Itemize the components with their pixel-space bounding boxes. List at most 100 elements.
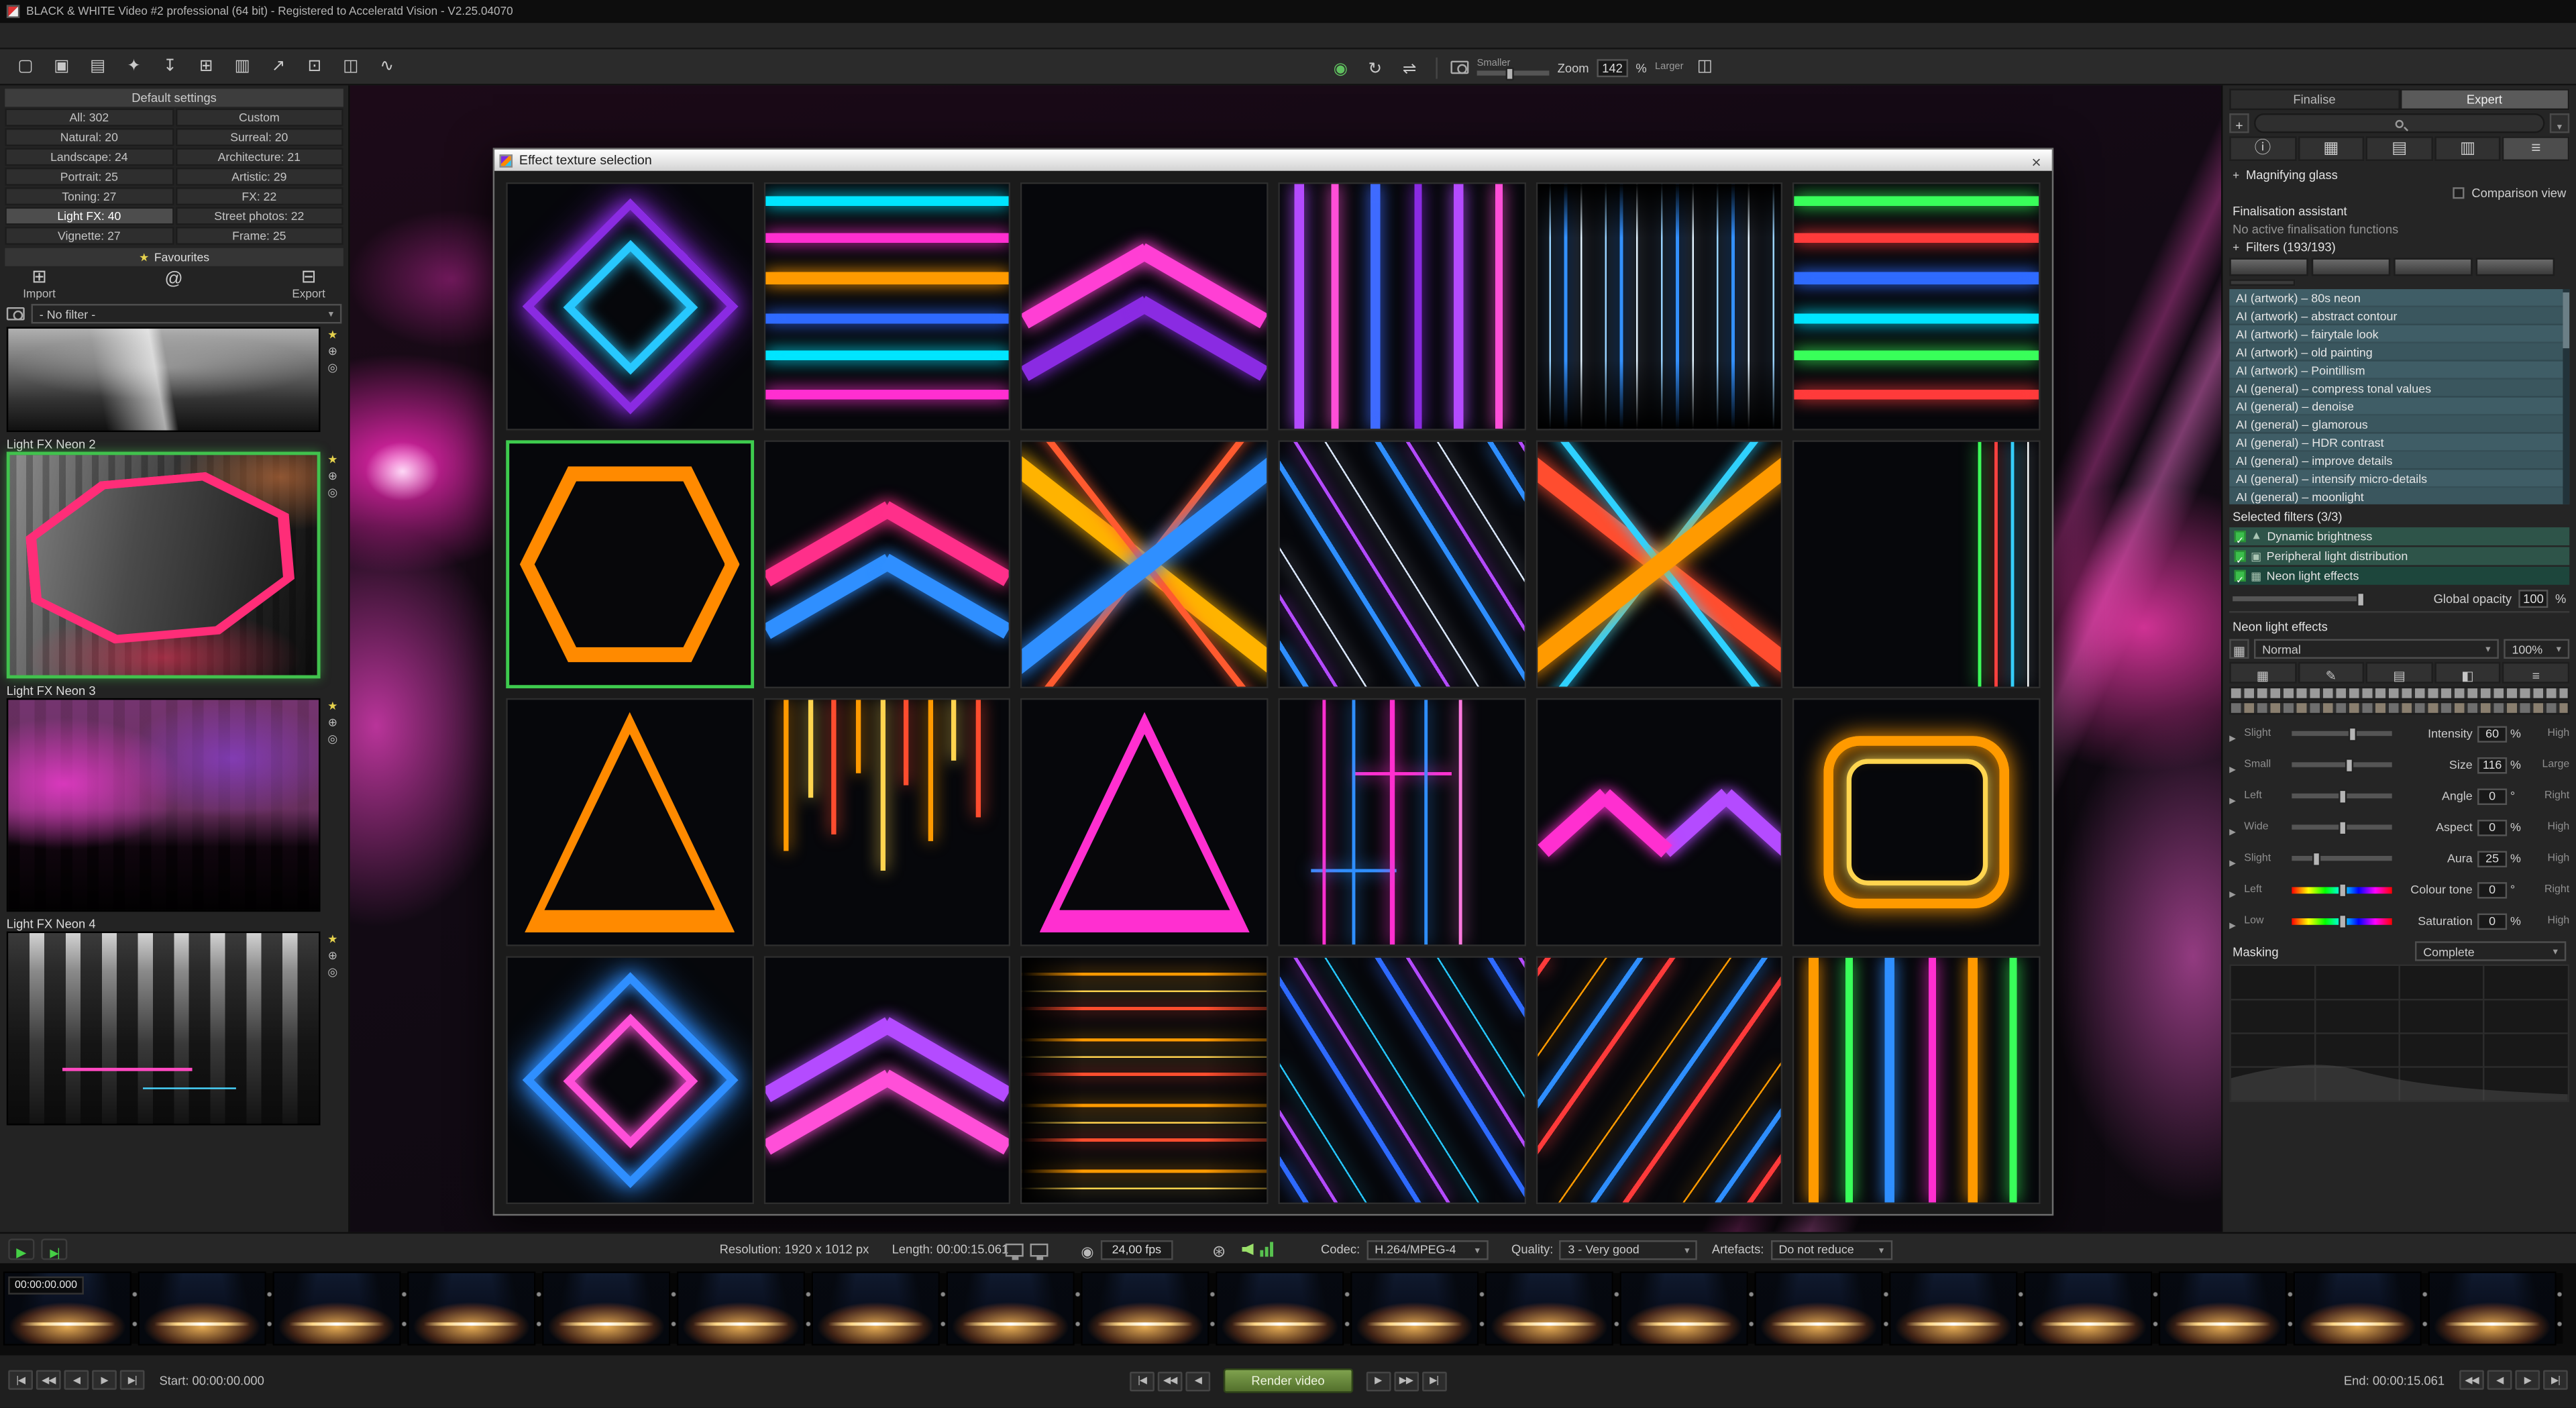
eye-icon[interactable]	[1081, 1236, 1093, 1262]
slider-track[interactable]	[2292, 824, 2392, 829]
menu-item[interactable]	[13, 23, 50, 48]
render-video-button[interactable]: Render video	[1224, 1368, 1353, 1393]
tab-finalise[interactable]: Finalise	[2229, 89, 2399, 110]
timeline-frame[interactable]	[1889, 1272, 2017, 1346]
menu-item[interactable]	[49, 23, 85, 48]
slider-track[interactable]	[2292, 731, 2392, 736]
close-icon[interactable]	[2026, 151, 2047, 169]
menu-item[interactable]	[158, 23, 194, 48]
end-jump-button[interactable]: ▶|	[2543, 1370, 2568, 1389]
preset-thumbnail[interactable]	[7, 698, 321, 912]
slider-handle[interactable]	[2338, 914, 2346, 928]
texture-thumbnail[interactable]	[763, 698, 1011, 946]
texture-thumbnail[interactable]	[1793, 698, 2041, 946]
slider-handle[interactable]	[2346, 757, 2354, 772]
import-button[interactable]: Import	[23, 270, 56, 301]
expand-arrow-icon[interactable]	[2229, 781, 2241, 810]
expand-arrow-icon[interactable]	[2229, 844, 2241, 873]
timeline-frame[interactable]	[2024, 1272, 2152, 1346]
texture-thumbnail[interactable]	[1793, 182, 2041, 431]
filter-preview[interactable]	[2312, 258, 2391, 276]
slider-track[interactable]	[2292, 886, 2392, 893]
print-icon[interactable]: ⊞	[193, 52, 221, 80]
texture-thumbnail[interactable]	[506, 182, 753, 431]
Light FX Neon 4[interactable]: Light FX Neon 4	[7, 917, 342, 1126]
texture-thumbnail[interactable]	[1536, 182, 1783, 431]
export-film-icon[interactable]: ▥	[228, 52, 256, 80]
timeline-frame[interactable]	[1485, 1272, 1613, 1346]
copy-project-icon[interactable]: ▣	[48, 52, 76, 80]
favourite-star-icon[interactable]	[327, 702, 337, 713]
texture-thumbnail[interactable]	[1536, 698, 1783, 946]
masking-select[interactable]: Complete	[2415, 941, 2566, 961]
texture-thumbnail[interactable]	[763, 956, 1011, 1204]
end-step-forward-button[interactable]: ▶	[2515, 1370, 2540, 1389]
export-button[interactable]: Export	[292, 270, 325, 301]
email-button[interactable]: @	[164, 270, 182, 301]
timeline-frame[interactable]	[812, 1272, 940, 1346]
timeline-frame[interactable]	[2294, 1272, 2422, 1346]
category-button[interactable]: FX: 22	[175, 187, 343, 205]
info-tab-icon[interactable]: ⓘ	[2229, 136, 2296, 161]
category-button[interactable]: Surreal: 20	[175, 128, 343, 146]
zoom-slider[interactable]	[1477, 70, 1550, 75]
share-icon[interactable]: ↗	[264, 52, 292, 80]
refresh-icon[interactable]	[1362, 54, 1388, 80]
zoom-plus-icon[interactable]	[328, 347, 337, 358]
comparison-view-checkbox[interactable]	[2453, 187, 2465, 199]
texture-thumbnail[interactable]	[1278, 956, 1525, 1204]
category-button[interactable]: Natural: 20	[5, 128, 173, 146]
print-preview-icon[interactable]: ◫	[1692, 54, 1718, 80]
render-step-back-button[interactable]: ◀	[1185, 1371, 1210, 1391]
timeline-frame[interactable]	[1620, 1272, 1748, 1346]
play-icon[interactable]	[8, 1239, 34, 1260]
list-icon[interactable]	[2503, 662, 2569, 684]
texture-thumbnail[interactable]	[1536, 956, 1783, 1204]
expand-arrow-icon[interactable]	[2229, 875, 2241, 904]
search-input[interactable]	[2254, 113, 2544, 133]
filter-peripheral-light-distribution[interactable]: ▣ Peripheral light distribution	[2229, 547, 2569, 565]
filter-list-item[interactable]: AI (general) – intensify micro-details	[2229, 470, 2569, 488]
codec-select[interactable]: H.264/MPEG-4	[1366, 1240, 1488, 1259]
favourite-star-icon[interactable]	[327, 455, 337, 466]
timeline-frame[interactable]: 00:00:00.000	[3, 1272, 131, 1346]
render-rewind-button[interactable]: ◀◀	[1158, 1371, 1183, 1391]
expand-arrow-icon[interactable]	[2229, 750, 2241, 779]
global-opacity-slider[interactable]	[2233, 596, 2364, 601]
category-button[interactable]: Light FX: 40	[5, 207, 173, 225]
quality-select[interactable]: 3 - Very good	[1560, 1240, 1698, 1259]
filter-list-item[interactable]: AI (artwork) – Pointillism	[2229, 362, 2569, 380]
filters-header-row[interactable]: Filters (193/193)	[2229, 238, 2569, 256]
editing-canvas[interactable]: Effect texture selection	[350, 85, 2221, 1232]
slider-value-input[interactable]: 0	[2477, 912, 2507, 928]
zoom-slider-handle[interactable]	[1505, 66, 1513, 80]
render-step-forward-button[interactable]: ▶	[1366, 1371, 1391, 1391]
waveform-icon[interactable]: ∿	[373, 52, 401, 80]
texture-thumbnail[interactable]	[1793, 956, 2041, 1204]
slider-value-input[interactable]: 116	[2477, 757, 2507, 773]
expand-arrow-icon[interactable]	[2229, 812, 2241, 842]
zoom-plus-icon[interactable]	[328, 718, 337, 729]
texture-thumbnail[interactable]	[763, 440, 1011, 688]
scrollbar[interactable]	[2563, 289, 2569, 504]
preset-thumbnail[interactable]	[7, 327, 321, 432]
category-button[interactable]: Toning: 27	[5, 187, 173, 205]
slider-value-input[interactable]: 0	[2477, 788, 2507, 804]
Light FX Neon 2[interactable]: Light FX Neon 2	[7, 437, 342, 678]
slider-track[interactable]	[2292, 762, 2392, 767]
texture-thumbnail[interactable]	[1021, 440, 1269, 688]
timeline-frame[interactable]	[273, 1272, 401, 1346]
filter-preview[interactable]	[2229, 258, 2308, 276]
preset-filter-select[interactable]: - No filter -	[32, 304, 342, 323]
effects-wand-icon[interactable]: ✦	[120, 52, 148, 80]
render-jump-end-button[interactable]: ▶|	[1421, 1371, 1446, 1391]
slider-handle[interactable]	[2338, 820, 2346, 834]
filter-list-item[interactable]: AI (general) – improve details	[2229, 451, 2569, 470]
filter-neon-light-effects[interactable]: ▦ Neon light effects	[2229, 567, 2569, 585]
favourites-bar[interactable]: Favourites	[5, 248, 343, 266]
play-from-start-icon[interactable]	[41, 1239, 67, 1260]
end-step-back-button[interactable]: ◀	[2487, 1370, 2512, 1389]
filter-list-item[interactable]: AI (general) – denoise	[2229, 398, 2569, 416]
menu-item[interactable]	[121, 23, 158, 48]
search-options-button[interactable]	[2550, 113, 2569, 133]
